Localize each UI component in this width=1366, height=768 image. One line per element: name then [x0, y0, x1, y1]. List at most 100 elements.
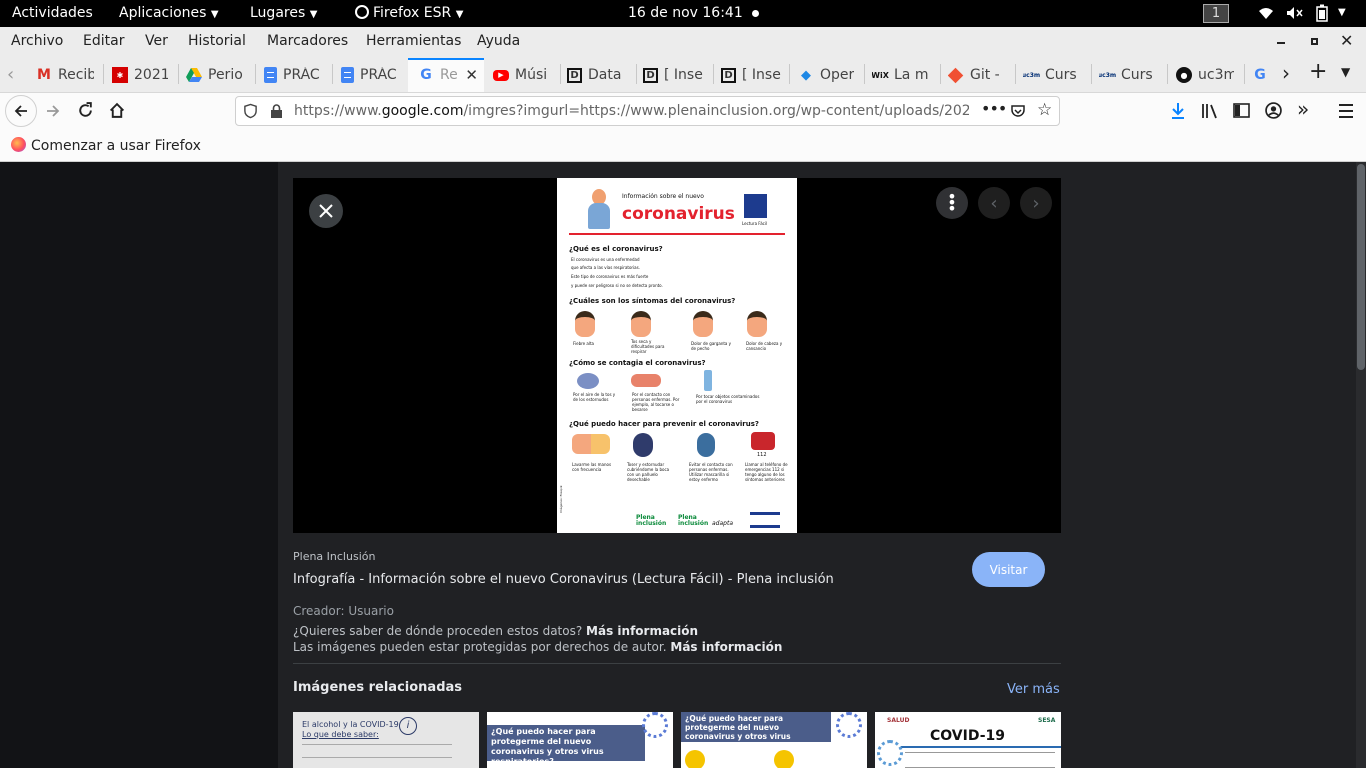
menu-marcadores[interactable]: Marcadores: [267, 33, 348, 49]
throat-pain-face-icon: [693, 311, 713, 337]
tab-git[interactable]: Git -: [948, 61, 1004, 89]
new-tab-icon[interactable]: +: [1309, 59, 1327, 84]
bookmarks-toolbar: Comenzar a usar Firefox: [0, 130, 1366, 162]
url-bar[interactable]: https://www.google.com/imgres?imgurl=htt…: [235, 96, 1060, 126]
more-info-link-2[interactable]: Más información: [670, 640, 782, 654]
info-bubble-icon: i: [399, 717, 417, 735]
page-content: • • • ‹ › Información sobre el nuevo coron…: [0, 162, 1366, 768]
close-preview-button[interactable]: [309, 194, 343, 228]
close-tab-icon[interactable]: ✕: [465, 66, 478, 84]
places-menu[interactable]: Lugares ▼: [250, 5, 317, 21]
tab-docs-2[interactable]: PRÁC: [341, 61, 401, 89]
volume-muted-icon[interactable]: [1286, 6, 1304, 20]
clock[interactable]: 16 de nov 16:41: [628, 5, 743, 21]
tab-wix[interactable]: WiX La m: [872, 61, 930, 89]
menu-ver[interactable]: Ver: [145, 33, 168, 49]
tab-github[interactable]: ● uc3m: [1176, 61, 1234, 89]
overflow-chevron-icon[interactable]: »: [1297, 97, 1309, 121]
page-actions-icon[interactable]: •••: [981, 99, 1007, 118]
downloads-icon[interactable]: [1170, 102, 1186, 120]
tab-curso-2[interactable]: uc3m Curs: [1099, 61, 1157, 89]
madrid-icon: ✱: [112, 67, 128, 83]
minimize-window-icon[interactable]: [1277, 42, 1285, 44]
wifi-icon[interactable]: [1258, 6, 1274, 20]
related-2-title: ¿Qué puedo hacer para protegerme del nue…: [491, 727, 604, 766]
related-image-1[interactable]: El alcohol y la COVID-19 Lo que debe sab…: [293, 712, 479, 768]
url-text[interactable]: https://www.google.com/imgres?imgurl=htt…: [294, 103, 969, 119]
visit-button[interactable]: Visitar: [972, 552, 1045, 587]
tab-gmail[interactable]: M Recib: [36, 61, 94, 89]
menu-ayuda[interactable]: Ayuda: [477, 33, 520, 49]
hamburger-menu-icon[interactable]: [1339, 104, 1353, 118]
lectura-facil-label: Lectura Fácil: [742, 221, 768, 226]
tab-data[interactable]: D Data: [567, 61, 625, 89]
related-image-3[interactable]: ¿Qué puedo hacer para protegerme del nue…: [681, 712, 867, 768]
menu-archivo[interactable]: Archivo: [11, 33, 63, 49]
bookmark-star-icon[interactable]: ☆: [1037, 100, 1052, 120]
copyright-text: Las imágenes pueden estar protegidas por…: [293, 640, 667, 654]
tab-label: Re: [440, 67, 458, 83]
tab-label: Músi: [515, 67, 548, 83]
scrollbar-thumb[interactable]: [1357, 164, 1365, 370]
menu-historial[interactable]: Historial: [188, 33, 246, 49]
account-icon[interactable]: [1265, 102, 1282, 119]
tab-google-images-active[interactable]: G Re ✕: [418, 61, 478, 89]
see-more-link[interactable]: Ver más: [1007, 682, 1060, 697]
chevron-right-icon: ›: [1032, 192, 1040, 214]
back-button[interactable]: [5, 95, 37, 127]
workspace-indicator[interactable]: 1: [1203, 4, 1229, 23]
system-menu-arrow-icon[interactable]: ▼: [1338, 7, 1346, 18]
url-domain: google.com: [381, 103, 464, 119]
youtube-icon: ▶: [493, 69, 509, 81]
more-options-button[interactable]: • • •: [936, 187, 968, 219]
lock-icon[interactable]: [270, 103, 283, 119]
tab-curso-1[interactable]: uc3m Curs: [1023, 61, 1081, 89]
battery-icon[interactable]: [1316, 4, 1328, 22]
tab-youtube[interactable]: ▶ Músi: [493, 61, 549, 89]
infographic-image[interactable]: Información sobre el nuevo coronavirus L…: [557, 178, 797, 533]
list-all-tabs-icon[interactable]: ▼: [1341, 65, 1350, 79]
tab-drive[interactable]: Perio: [186, 61, 246, 89]
next-image-button[interactable]: ›: [1020, 187, 1052, 219]
tab-separator: [940, 64, 941, 84]
answer-1-line-1: El coronavirus es una enfermedad: [571, 257, 640, 262]
library-icon[interactable]: [1201, 103, 1219, 119]
pocket-icon[interactable]: [1010, 103, 1026, 119]
reload-icon[interactable]: [77, 102, 94, 119]
tracking-protection-icon[interactable]: [243, 103, 258, 119]
app-menu[interactable]: Firefox ESR ▼: [355, 5, 463, 21]
virus-icon: [642, 712, 668, 738]
related-image-2[interactable]: ¿Qué puedo hacer para protegerme del nue…: [487, 712, 673, 768]
activities-button[interactable]: Actividades: [12, 5, 93, 21]
home-icon[interactable]: [108, 102, 126, 119]
bookmark-getting-started[interactable]: Comenzar a usar Firefox: [11, 137, 201, 154]
tab-google-partial[interactable]: G: [1252, 61, 1270, 89]
forward-arrow-icon[interactable]: [44, 103, 62, 119]
tab-docs-1[interactable]: PRÁC: [264, 61, 324, 89]
menu-herramientas[interactable]: Herramientas: [366, 33, 461, 49]
applications-menu[interactable]: Aplicaciones ▼: [119, 5, 219, 21]
source-question: ¿Quieres saber de dónde proceden estos d…: [293, 624, 698, 638]
result-title[interactable]: Infografía - Información sobre el nuevo …: [293, 572, 834, 587]
more-info-link[interactable]: Más información: [586, 624, 698, 638]
tab-inse-2[interactable]: D [ Inse: [721, 61, 781, 89]
arrow-left-icon: [14, 105, 27, 117]
previous-image-button[interactable]: ‹: [978, 187, 1010, 219]
tab-label: Perio: [208, 67, 243, 83]
tab-separator: [1167, 64, 1168, 84]
maximize-window-icon[interactable]: [1311, 38, 1318, 45]
answer-1-line-4: y puede ser peligroso si no se detecta p…: [571, 283, 663, 288]
tab-scroll-right-icon[interactable]: ›: [1282, 61, 1290, 85]
result-source[interactable]: Plena Inclusión: [293, 550, 375, 563]
tab-oper[interactable]: ◆ Oper: [798, 61, 854, 89]
close-window-icon[interactable]: ✕: [1340, 31, 1353, 50]
tab-inse-1[interactable]: D [ Inse: [643, 61, 703, 89]
tab-2021[interactable]: ✱ 2021: [112, 61, 168, 89]
related-image-4[interactable]: SALUD SESA COVID-19: [875, 712, 1061, 768]
url-prefix: https://www.: [294, 103, 382, 119]
menu-editar[interactable]: Editar: [83, 33, 124, 49]
sidebar-icon[interactable]: [1233, 103, 1250, 118]
header-divider: [569, 233, 785, 235]
tab-scroll-left-icon[interactable]: ‹: [7, 64, 14, 85]
prevention-4: Llamar al teléfono de emergencias 112 si…: [745, 462, 788, 482]
